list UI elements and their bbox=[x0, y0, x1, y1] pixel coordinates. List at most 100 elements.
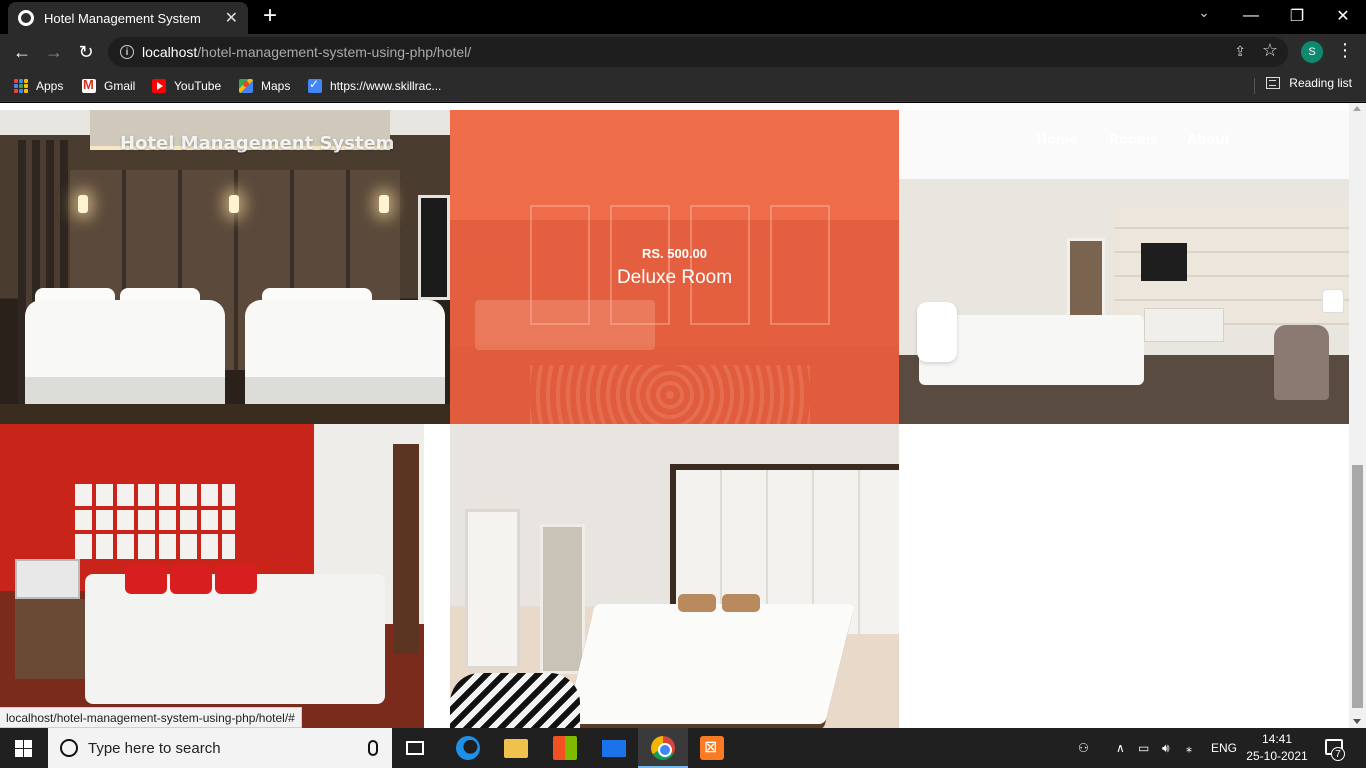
red-pillow bbox=[170, 564, 212, 594]
search-placeholder: Type here to search bbox=[88, 739, 221, 757]
maps-icon bbox=[239, 79, 253, 93]
mail-icon[interactable] bbox=[602, 740, 626, 757]
page-viewport: RS. 500.00 Deluxe Room Hotel Management … bbox=[0, 103, 1366, 728]
clock-time: 14:41 bbox=[1261, 732, 1293, 746]
scrollbar-thumb[interactable] bbox=[1352, 465, 1363, 708]
microsoft-store-icon[interactable] bbox=[553, 736, 577, 760]
skillrack-icon bbox=[308, 77, 322, 93]
television bbox=[1141, 243, 1187, 281]
page-scrollbar[interactable] bbox=[1349, 103, 1366, 728]
windows-start-icon[interactable] bbox=[15, 740, 32, 757]
language-indicator[interactable]: ENG bbox=[1211, 728, 1237, 768]
bed bbox=[245, 300, 445, 410]
microphone-icon[interactable] bbox=[368, 740, 378, 756]
bookmark-maps[interactable]: Maps bbox=[239, 76, 290, 96]
room-price: RS. 500.00 bbox=[641, 246, 708, 261]
room-name: Deluxe Room bbox=[616, 267, 733, 288]
bookmark-apps[interactable]: Apps bbox=[14, 76, 63, 96]
xampp-icon[interactable] bbox=[700, 736, 724, 760]
cabinet bbox=[15, 599, 85, 679]
nav-home[interactable]: Home bbox=[1036, 133, 1078, 148]
room-image-red-wall[interactable] bbox=[0, 424, 424, 728]
pillow bbox=[678, 594, 716, 612]
doorway bbox=[465, 509, 520, 669]
cortana-icon bbox=[60, 739, 78, 757]
edge-browser-icon[interactable] bbox=[456, 736, 480, 760]
red-pillow bbox=[125, 564, 167, 594]
show-hidden-icons-chevron-icon[interactable]: ∧ bbox=[1116, 728, 1125, 768]
red-pillow bbox=[215, 564, 257, 594]
browser-toolbar: ← → ↻ i localhost/hotel-management-syste… bbox=[0, 34, 1366, 70]
bookmark-label: Apps bbox=[36, 79, 64, 93]
notification-count-badge: 7 bbox=[1331, 747, 1345, 761]
new-tab-button[interactable]: + bbox=[258, 4, 282, 28]
site-title[interactable]: Hotel Management System bbox=[120, 133, 394, 154]
system-clock[interactable]: 14:41 25-10-2021 bbox=[1246, 731, 1308, 765]
doorway bbox=[540, 524, 585, 674]
forward-arrow-icon[interactable]: → bbox=[42, 40, 66, 64]
address-bar[interactable]: i localhost/hotel-management-system-usin… bbox=[108, 37, 1288, 67]
scroll-up-icon[interactable] bbox=[1353, 106, 1361, 111]
task-view-icon[interactable] bbox=[406, 741, 424, 755]
bookmark-skillrack[interactable]: https://www.skillrac... bbox=[308, 76, 441, 96]
scroll-down-icon[interactable] bbox=[1353, 719, 1361, 724]
youtube-icon bbox=[152, 79, 166, 93]
gmail-icon bbox=[82, 77, 96, 93]
room-card-featured[interactable]: RS. 500.00 Deluxe Room bbox=[450, 110, 899, 424]
battery-icon[interactable]: ▭ bbox=[1138, 728, 1149, 768]
share-icon[interactable]: ⇪ bbox=[1234, 43, 1246, 60]
bookmark-youtube[interactable]: YouTube bbox=[152, 76, 221, 96]
address-host: localhost bbox=[142, 44, 198, 60]
reading-list-icon bbox=[1266, 77, 1281, 89]
reload-icon[interactable]: ↻ bbox=[74, 40, 98, 64]
headboard-cards bbox=[75, 484, 235, 559]
site-info-icon[interactable]: i bbox=[120, 45, 134, 59]
table-lamp bbox=[1323, 290, 1343, 312]
bed bbox=[565, 604, 855, 724]
wall-lamp bbox=[229, 195, 239, 213]
room-image-modern[interactable] bbox=[899, 110, 1349, 424]
browser-tab[interactable]: Hotel Management System ✕ bbox=[8, 2, 248, 34]
people-icon[interactable]: ⚇ bbox=[1078, 728, 1089, 768]
close-window-button[interactable]: ✕ bbox=[1320, 0, 1366, 32]
tab-strip: Hotel Management System ✕ + ⌄ — ❐ ✕ bbox=[0, 0, 1366, 34]
profile-avatar[interactable]: S bbox=[1301, 41, 1323, 63]
rug bbox=[530, 365, 810, 424]
restore-button[interactable]: ❐ bbox=[1274, 0, 1320, 32]
bookmark-gmail[interactable]: Gmail bbox=[82, 76, 135, 96]
clock-date: 25-10-2021 bbox=[1246, 749, 1308, 763]
bookmark-label: YouTube bbox=[174, 79, 222, 93]
bookmark-label: Gmail bbox=[104, 79, 136, 93]
bookmark-label: https://www.skillrac... bbox=[330, 79, 442, 93]
radiator bbox=[15, 559, 80, 599]
chrome-menu-icon[interactable]: ⋮ bbox=[1336, 40, 1354, 61]
file-explorer-icon[interactable] bbox=[504, 739, 528, 758]
window-frame bbox=[690, 205, 750, 325]
room-image-twin-beds[interactable] bbox=[0, 110, 450, 424]
wifi-icon[interactable]: ⁎ bbox=[1186, 728, 1192, 768]
address-url: localhost/hotel-management-system-using-… bbox=[142, 44, 471, 60]
nav-rooms[interactable]: Rooms bbox=[1109, 133, 1158, 148]
pillow bbox=[917, 302, 957, 362]
chair bbox=[1274, 325, 1329, 400]
chrome-icon[interactable] bbox=[651, 736, 675, 760]
back-arrow-icon[interactable]: ← bbox=[10, 40, 34, 64]
address-path: /hotel-management-system-using-php/hotel… bbox=[197, 44, 472, 60]
pillow bbox=[722, 594, 760, 612]
taskbar-search[interactable]: Type here to search bbox=[48, 728, 392, 768]
minimize-button[interactable]: — bbox=[1228, 0, 1274, 32]
close-tab-icon[interactable]: ✕ bbox=[225, 8, 238, 28]
wooden-door bbox=[393, 444, 419, 654]
window-frame bbox=[770, 205, 830, 325]
floor bbox=[0, 404, 450, 424]
bookmark-star-icon[interactable]: ☆ bbox=[1262, 40, 1278, 61]
zebra-rug bbox=[450, 673, 580, 728]
bookmark-label: Maps bbox=[261, 79, 291, 93]
nav-about[interactable]: About bbox=[1187, 133, 1231, 148]
apps-grid-icon bbox=[14, 79, 28, 93]
reading-list-button[interactable]: Reading list bbox=[1266, 76, 1352, 90]
room-image-suite[interactable] bbox=[450, 424, 899, 728]
volume-icon[interactable]: 🔊︎ bbox=[1162, 728, 1170, 768]
tab-search-chevron-icon[interactable]: ⌄ bbox=[1192, 4, 1216, 21]
wall-lamp bbox=[78, 195, 88, 213]
